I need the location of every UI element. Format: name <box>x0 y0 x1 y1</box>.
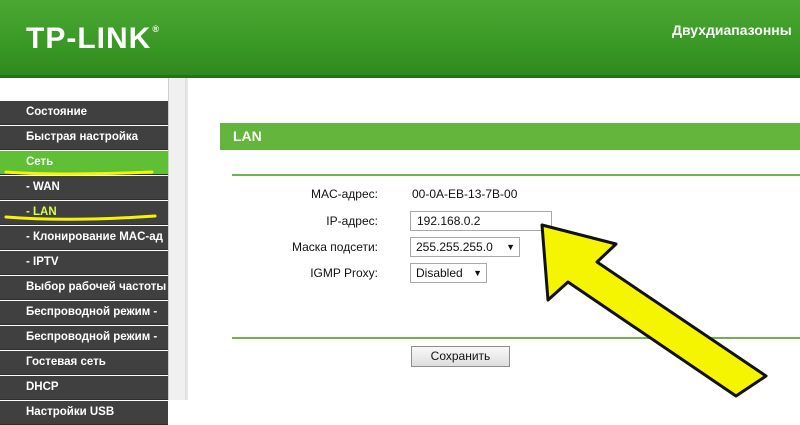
highlight-underline-lan <box>4 214 157 221</box>
annotation-overlay <box>4 170 768 398</box>
highlight-underline-network <box>4 170 154 176</box>
yellow-arrow-icon <box>540 223 768 398</box>
sidebar-item-usb-settings[interactable]: Настройки USB <box>0 401 168 425</box>
